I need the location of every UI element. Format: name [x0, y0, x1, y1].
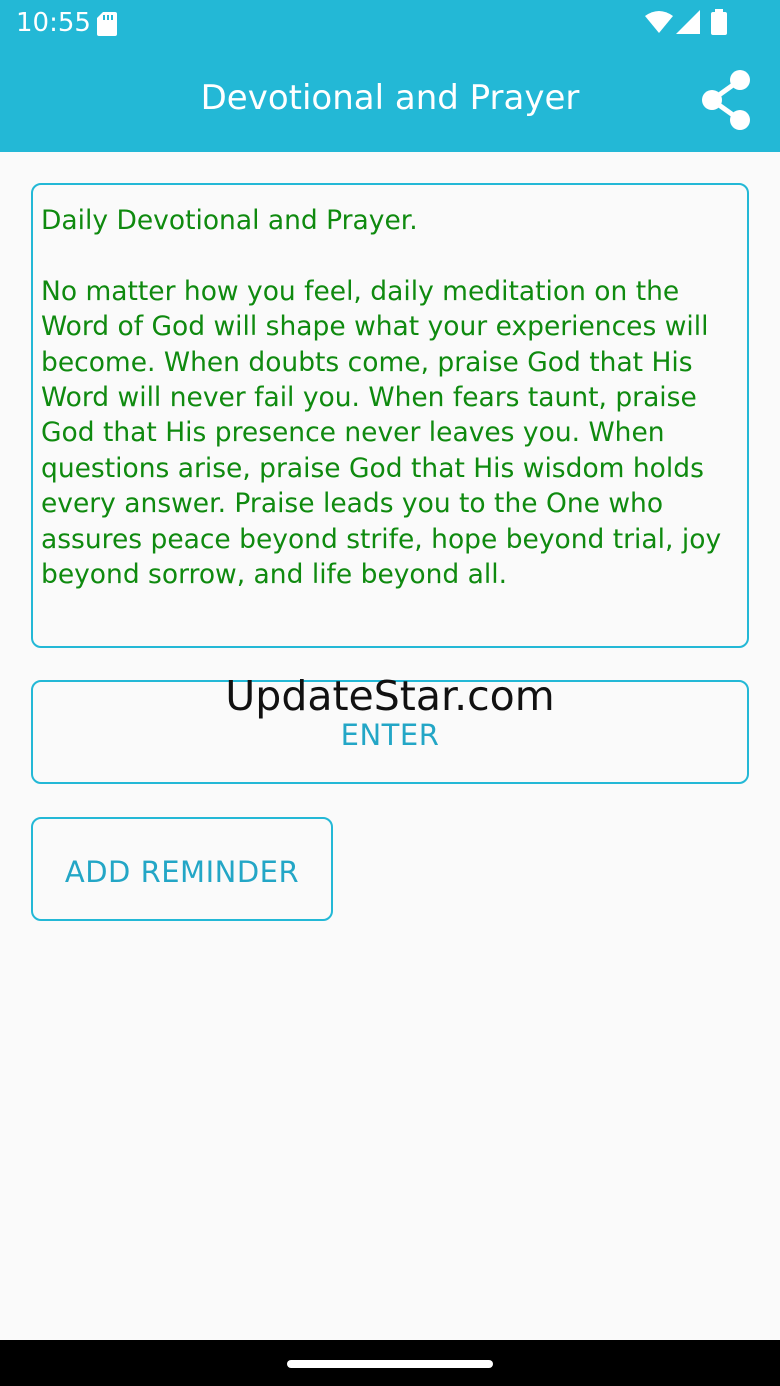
home-gesture-handle[interactable] — [287, 1360, 493, 1368]
sd-card-icon — [97, 12, 117, 36]
wifi-icon — [645, 11, 673, 33]
devotional-text-field[interactable]: Daily Devotional and Prayer. No matter h… — [31, 183, 749, 648]
navigation-bar — [0, 1340, 780, 1386]
signal-icon — [676, 10, 700, 34]
share-icon — [702, 70, 750, 130]
enter-button[interactable]: ENTER — [31, 680, 749, 784]
add-reminder-button[interactable]: ADD REMINDER — [31, 817, 333, 921]
status-bar: 10:55 — [0, 0, 780, 48]
app-bar: Devotional and Prayer — [0, 48, 780, 152]
battery-icon — [711, 9, 727, 35]
app-title: Devotional and Prayer — [200, 78, 580, 118]
add-reminder-button-label: ADD REMINDER — [64, 855, 300, 889]
screen: 10:55 Devotional and Prayer Daily Devoti… — [0, 0, 780, 1386]
status-time: 10:55 — [16, 8, 91, 38]
devotional-text: Daily Devotional and Prayer. No matter h… — [41, 205, 722, 591]
share-button[interactable] — [692, 66, 760, 134]
enter-button-label: ENTER — [340, 718, 440, 752]
